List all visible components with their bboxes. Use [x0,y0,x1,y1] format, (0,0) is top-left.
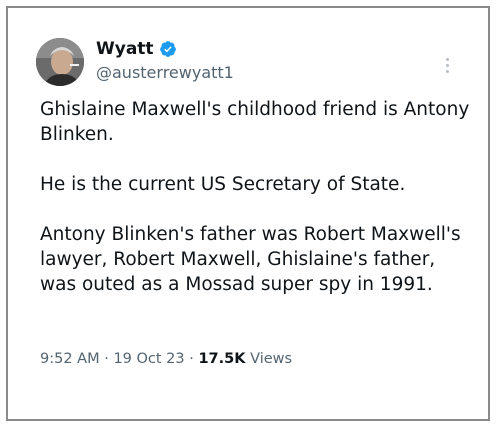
avatar[interactable] [36,38,84,86]
tweet-text: Ghislaine Maxwell's childhood friend is … [40,97,470,297]
author-name-row[interactable]: Wyatt [96,39,177,59]
tweet-paragraph: Antony Blinken's father was Robert Maxwe… [40,224,461,295]
more-options-icon[interactable] [437,50,457,80]
more-dot [445,69,449,73]
views-label: Views [250,351,293,367]
verified-badge-icon [159,41,176,57]
author-display-name[interactable]: Wyatt [96,39,154,59]
more-dot [445,57,449,61]
tweet-time[interactable]: 9:52 AM [40,351,100,367]
avatar-photo [36,38,84,86]
views-count: 17.5K [198,351,246,367]
tweet-meta: 9:52 AM · 19 Oct 23 · 17.5K Views [40,351,292,367]
meta-separator: · [104,351,109,367]
more-dot [445,63,449,67]
meta-separator: · [189,351,194,367]
author-handle[interactable]: @austerrewyatt1 [96,63,234,82]
tweet-paragraph: He is the current US Secretary of State. [40,174,406,195]
tweet-paragraph: Ghislaine Maxwell's childhood friend is … [40,99,470,145]
tweet-date[interactable]: 19 Oct 23 [113,351,184,367]
